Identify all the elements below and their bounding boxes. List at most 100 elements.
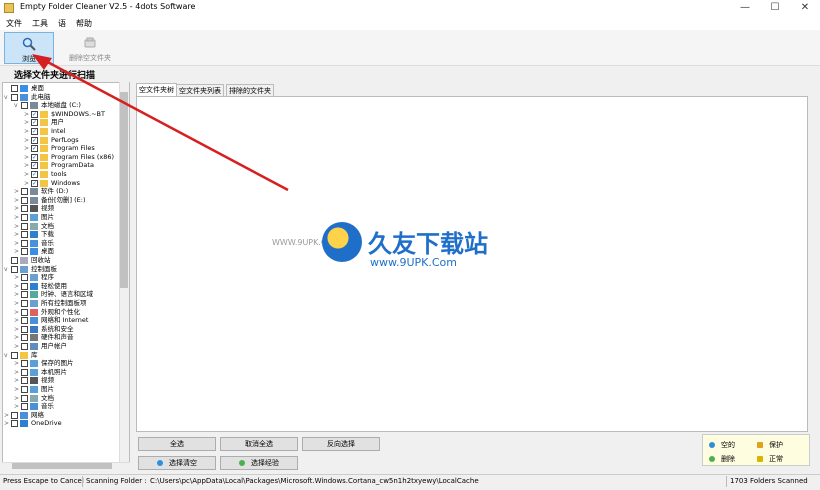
user-icon [30, 343, 38, 350]
tree-checkbox[interactable]: ✓ [31, 145, 38, 153]
menu-language[interactable]: 语 [58, 18, 66, 29]
panel-icon [30, 300, 38, 307]
music-icon [30, 403, 38, 411]
tree-checkbox[interactable]: ✓ [31, 128, 38, 135]
tree-checkbox[interactable] [21, 274, 28, 282]
tree-checkbox[interactable] [21, 334, 28, 342]
net-icon [30, 317, 38, 325]
select-protected-label: 选择经验 [251, 459, 279, 467]
magnifier-icon [22, 37, 36, 51]
pc-icon [20, 93, 28, 101]
legend-protected: 保护 [769, 441, 783, 449]
tree-checkbox[interactable] [21, 231, 28, 239]
results-panel[interactable] [136, 96, 808, 432]
music-icon [30, 239, 38, 247]
watermark-title: 久友下载站 [368, 229, 488, 258]
tree-checkbox[interactable] [21, 205, 28, 213]
doc-icon [30, 222, 38, 230]
tree-checkbox[interactable] [11, 265, 18, 273]
panel-icon [30, 274, 38, 282]
watermark-url: www.9UPK.Com [370, 256, 457, 269]
menu-bar: 文件 工具 语 帮助 [0, 16, 820, 30]
removed-legend-icon [709, 456, 715, 462]
menu-help[interactable]: 帮助 [76, 18, 92, 29]
folder-tree[interactable]: 桌面 v 此电脑 v 本地磁盘 (C:) > ✓ $WINDOWS.~BT > ✓ 用户 > ✓ Inte… [2, 82, 130, 470]
tree-checkbox[interactable] [21, 282, 28, 290]
normal-folder-icon [757, 456, 763, 462]
tree-checkbox[interactable] [21, 188, 28, 196]
tree-checkbox[interactable]: ✓ [31, 162, 38, 170]
tree-checkbox[interactable] [21, 403, 28, 411]
tree-checkbox[interactable]: ✓ [31, 171, 38, 178]
app-icon [4, 3, 14, 13]
select-protected-button[interactable]: 选择经验 [220, 456, 298, 470]
tree-checkbox[interactable] [21, 239, 28, 247]
desktop-icon [20, 85, 28, 92]
tree-checkbox[interactable] [21, 368, 28, 376]
tree-checkbox[interactable] [21, 394, 28, 402]
tree-checkbox[interactable] [21, 377, 28, 385]
tree-checkbox[interactable] [11, 93, 18, 101]
tree-checkbox[interactable] [21, 325, 28, 333]
invert-selection-button[interactable]: 反向选择 [302, 437, 380, 451]
close-button[interactable]: ✕ [790, 0, 820, 16]
video-icon [30, 205, 38, 213]
panel-icon [20, 265, 28, 273]
tab-empty-folder-tree[interactable]: 空文件夹树 [136, 83, 177, 97]
scan-button-label: 浏览 [22, 55, 36, 63]
legend-normal: 正常 [769, 455, 783, 463]
status-hint: Press Escape to Cancel [3, 477, 84, 485]
drive-icon [30, 102, 38, 110]
status-bar: Press Escape to Cancel Scanning Folder :… [0, 474, 820, 488]
tree-checkbox[interactable] [21, 196, 28, 204]
minimize-button[interactable]: — [730, 0, 760, 16]
scan-button[interactable]: 浏览 [4, 32, 54, 64]
tree-checkbox[interactable]: ✓ [31, 153, 38, 161]
bin-icon [20, 257, 28, 264]
picture-icon [30, 368, 38, 376]
tree-checkbox[interactable] [21, 343, 28, 350]
tree-row[interactable]: > OneDrive [3, 419, 121, 428]
tree-checkbox[interactable] [11, 257, 18, 264]
select-all-button[interactable]: 全选 [138, 437, 216, 451]
folder-icon [40, 110, 48, 118]
tree-checkbox[interactable] [21, 308, 28, 316]
chevron-right-icon[interactable]: > [4, 419, 10, 428]
tree-checkbox[interactable] [21, 317, 28, 325]
video-icon [30, 377, 38, 385]
tree-checkbox[interactable]: ✓ [31, 179, 38, 187]
tree-checkbox[interactable] [21, 360, 28, 368]
doc-icon [30, 394, 38, 402]
tree-checkbox[interactable] [11, 85, 18, 92]
tree-checkbox[interactable] [21, 214, 28, 221]
tree-checkbox[interactable]: ✓ [31, 136, 38, 144]
tree-checkbox[interactable] [21, 291, 28, 299]
folder-icon [40, 162, 48, 170]
delete-button-label: 删除空文件夹 [69, 54, 111, 62]
menu-file[interactable]: 文件 [6, 18, 22, 29]
tree-checkbox[interactable] [11, 420, 18, 428]
tree-checkbox[interactable] [11, 351, 18, 359]
select-empty-button[interactable]: 选择清空 [138, 456, 216, 470]
tree-hscroll-thumb[interactable] [12, 463, 112, 469]
tree-checkbox[interactable] [21, 102, 28, 110]
folder-icon [40, 136, 48, 144]
tree-checkbox[interactable] [11, 411, 18, 419]
tree-checkbox[interactable] [21, 386, 28, 393]
tree-scroll-thumb[interactable] [120, 92, 128, 288]
eraser-icon [84, 37, 96, 48]
tree-checkbox[interactable]: ✓ [31, 110, 38, 118]
status-scanning-path: C:\Users\pc\AppData\Local\Packages\Micro… [150, 477, 479, 485]
folder-icon [40, 171, 48, 178]
menu-tools[interactable]: 工具 [32, 18, 48, 29]
tree-checkbox[interactable] [21, 222, 28, 230]
tree-checkbox[interactable] [21, 300, 28, 307]
picture-icon [30, 386, 38, 393]
tree-checkbox[interactable] [21, 248, 28, 256]
tree-checkbox[interactable]: ✓ [31, 119, 38, 127]
delete-empty-folders-button[interactable]: 删除空文件夹 [60, 32, 120, 64]
deselect-all-button[interactable]: 取消全选 [220, 437, 298, 451]
maximize-button[interactable]: ☐ [760, 0, 790, 16]
folder-icon [40, 128, 48, 135]
cloud-icon [20, 420, 28, 428]
